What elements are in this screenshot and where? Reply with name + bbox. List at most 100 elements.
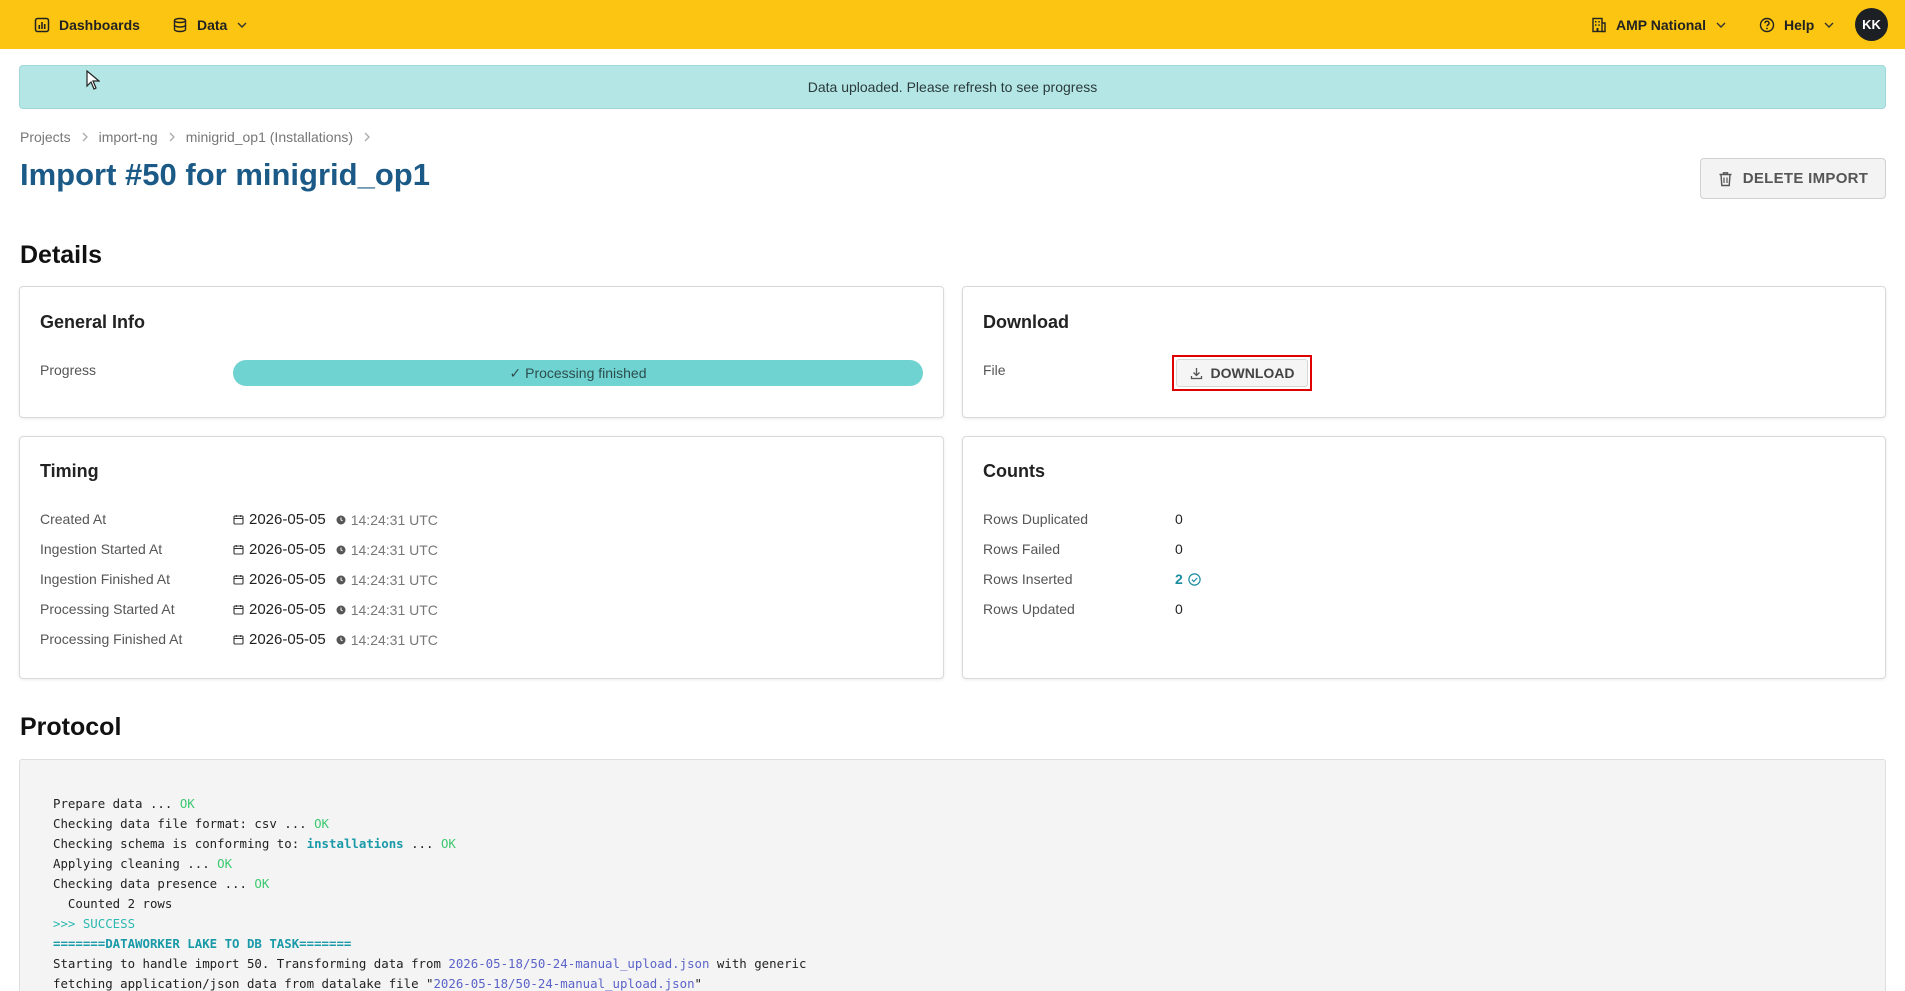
file-label: File [983,362,1006,378]
counts-card: Counts Rows Duplicated 0 Rows Failed 0 R… [962,436,1886,679]
general-info-title: General Info [40,312,146,332]
timing-date: 2026-05-05 [249,571,326,588]
details-heading: Details [20,241,102,269]
count-value-updated: 0 [1175,601,1183,617]
calendar-icon [233,545,244,555]
calendar-icon [233,515,244,525]
timing-label-processing-finished: Processing Finished At [40,631,183,647]
check-circle-icon [1188,572,1201,586]
chevron-right-icon [81,132,89,142]
log-text: Checking data file format: csv ... [53,816,315,831]
page-title: Import #50 for minigrid_op1 [20,157,430,192]
nav-dashboards-label: Dashboards [59,16,140,33]
protocol-log: Prepare data ... OK Checking data file fo… [19,759,1886,991]
calendar-icon [233,605,244,615]
log-line: Checking schema is conforming to: instal… [53,834,1885,854]
timing-date: 2026-05-05 [249,541,326,558]
download-title: Download [983,312,1069,332]
log-text: ... [403,836,441,851]
count-value-inserted[interactable]: 2 [1175,571,1201,587]
timing-label-ingestion-started: Ingestion Started At [40,541,163,557]
breadcrumb: Projects import-ng minigrid_op1 (Install… [20,129,381,145]
download-button[interactable]: DOWNLOAD [1176,359,1308,387]
clock-icon [336,635,346,645]
building-icon [1592,17,1606,32]
count-label-updated: Rows Updated [983,601,1075,617]
log-text: Applying cleaning ... [53,856,218,871]
count-label-duplicated: Rows Duplicated [983,511,1089,527]
chevron-down-icon [1716,22,1726,28]
timing-label-ingestion-finished: Ingestion Finished At [40,571,170,587]
log-task-header: =======DATAWORKER LAKE TO DB TASK======= [53,936,352,951]
user-avatar[interactable]: KK [1855,8,1888,41]
nav-help-dropdown[interactable]: Help [1759,0,1835,49]
breadcrumb-projects[interactable]: Projects [20,129,71,145]
log-ok: OK [254,876,270,891]
count-value-failed: 0 [1175,541,1183,557]
log-ok: OK [314,816,330,831]
help-circle-icon [1759,17,1775,32]
timing-label-processing-started: Processing Started At [40,601,175,617]
nav-org-label: AMP National [1616,16,1706,33]
clock-icon [336,515,346,525]
progress-text: ✓ Processing finished [509,364,647,381]
log-text: Checking schema is conforming to: [53,836,307,851]
timing-time: 14:24:31 UTC [350,601,438,618]
chevron-right-icon [168,132,176,142]
timing-value-processing-finished: 2026-05-05 14:24:31 UTC [233,631,438,648]
alert-message: Data uploaded. Please refresh to see pro… [807,79,1098,95]
log-line: Prepare data ... OK [53,794,1885,814]
chevron-right-icon [363,132,371,142]
timing-date: 2026-05-05 [249,511,326,528]
clock-icon [336,575,346,585]
timing-time: 14:24:31 UTC [350,631,438,648]
log-text: fetching application/json data from data… [53,976,434,991]
calendar-icon [233,635,244,645]
timing-label-created: Created At [40,511,107,527]
delete-import-label: DELETE IMPORT [1742,170,1869,187]
download-button-label: DOWNLOAD [1210,365,1295,381]
nav-org-dropdown[interactable]: AMP National [1591,0,1727,49]
nav-help-label: Help [1784,16,1815,33]
bar-chart-icon [34,17,50,32]
trash-icon [1719,171,1732,186]
log-line: Checking data presence ... OK [53,874,1885,894]
log-text: with generic [709,956,807,971]
counts-title: Counts [983,461,1045,481]
nav-data-dropdown[interactable]: Data [172,0,248,49]
timing-time: 14:24:31 UTC [350,571,438,588]
clock-icon [336,605,346,615]
nav-dashboards[interactable]: Dashboards [34,0,140,49]
log-text: Checking data presence ... [53,876,255,891]
delete-import-button[interactable]: DELETE IMPORT [1700,158,1886,199]
calendar-icon [233,575,244,585]
nav-data-label: Data [197,16,228,33]
general-info-card: General Info Progress ✓ Processing finis… [19,286,944,418]
timing-value-processing-started: 2026-05-05 14:24:31 UTC [233,601,438,618]
count-label-failed: Rows Failed [983,541,1061,557]
log-text: Prepare data ... [53,796,180,811]
progress-label: Progress [40,362,97,378]
clock-icon [336,545,346,555]
log-file-link: 2026-05-18/50-24-manual_upload.json [448,956,710,971]
timing-title: Timing [40,461,99,481]
log-schema: installations [306,836,404,851]
mouse-cursor-icon [86,70,100,90]
breadcrumb-import-ng[interactable]: import-ng [99,129,158,145]
log-line: Counted 2 rows [53,896,173,911]
count-label-inserted: Rows Inserted [983,571,1073,587]
top-navbar: Dashboards Data AMP National Help KK [0,0,1905,49]
log-file-link: 2026-05-18/50-24-manual_upload.json [433,976,695,991]
timing-value-ingestion-finished: 2026-05-05 14:24:31 UTC [233,571,438,588]
download-icon [1190,367,1202,379]
download-card: Download File DOWNLOAD [962,286,1886,418]
chevron-down-icon [237,22,247,28]
log-text: " [694,976,703,991]
download-highlight-box: DOWNLOAD [1172,355,1312,391]
count-value-inserted-number: 2 [1175,571,1183,587]
log-success: >>> SUCCESS [53,916,136,931]
timing-time: 14:24:31 UTC [350,541,438,558]
breadcrumb-minigrid[interactable]: minigrid_op1 (Installations) [186,129,353,145]
log-line: Applying cleaning ... OK [53,854,1885,874]
log-ok: OK [179,796,195,811]
